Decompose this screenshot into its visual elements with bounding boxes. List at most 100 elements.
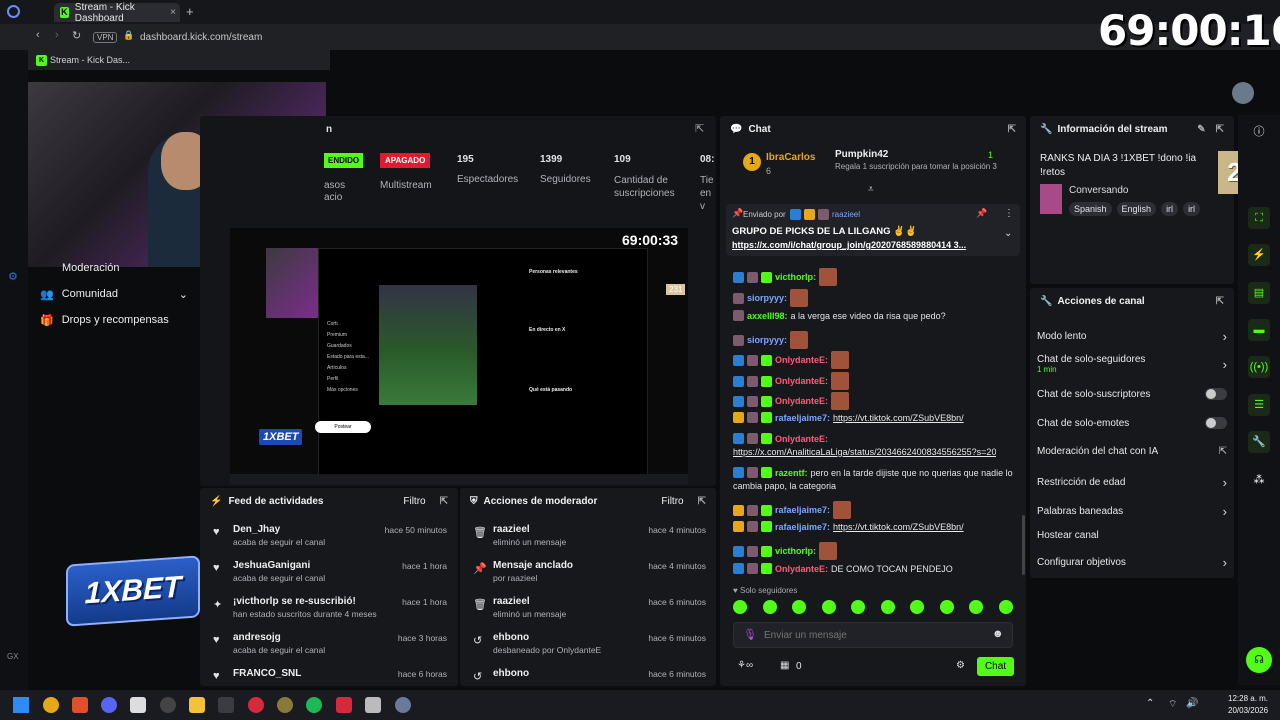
emote-icon[interactable] (939, 600, 954, 614)
forward-icon[interactable]: › (55, 29, 59, 41)
emote-icon[interactable] (998, 600, 1013, 614)
sidebar-item-moderacion[interactable]: Moderación (62, 262, 119, 274)
chat-bubble-icon[interactable]: ▬ (1248, 319, 1270, 341)
multistream-badge[interactable]: APAGADO (380, 153, 431, 168)
leaderboard-user[interactable]: Pumpkin42 (835, 149, 888, 160)
chat-username[interactable]: OnlydanteE: (775, 355, 828, 365)
url-field[interactable]: dashboard.kick.com/stream (140, 32, 262, 43)
browser-tab[interactable]: K Stream - Kick Dashboard × (54, 2, 180, 24)
tag-chip[interactable]: Spanish (1069, 202, 1112, 216)
vpn-badge[interactable]: VPN (93, 32, 118, 43)
filter-button[interactable]: Filtro (661, 496, 683, 507)
toggle-switch[interactable] (1205, 388, 1227, 400)
taskbar-app-icon[interactable] (130, 697, 146, 713)
filter-button[interactable]: Filtro (403, 496, 425, 507)
extension-icon[interactable]: ⚙ (8, 270, 18, 283)
broadcast-icon[interactable]: ((•)) (1248, 356, 1270, 378)
channel-action-item[interactable]: Configurar objetivos › (1037, 555, 1227, 570)
channel-action-item[interactable]: Moderación del chat con IA ⇱ (1037, 446, 1227, 457)
reload-icon[interactable]: ↻ (72, 29, 81, 42)
chevron-right-icon[interactable]: › (1223, 329, 1227, 344)
chevron-right-icon[interactable]: › (1223, 504, 1227, 519)
tag-chip[interactable]: irl (1161, 202, 1179, 216)
points-icon[interactable]: ⚘∞ (737, 660, 753, 671)
chevron-right-icon[interactable]: › (1223, 475, 1227, 490)
popout-icon[interactable]: ⇱ (695, 122, 704, 135)
chat-username[interactable]: siorpyyy: (747, 335, 787, 345)
back-icon[interactable]: ‹ (36, 29, 40, 41)
windows-start-icon[interactable] (13, 697, 29, 713)
pinned-link[interactable]: https://x.com/i/chat/group_join/g2020768… (732, 240, 994, 250)
chat-username[interactable]: razentf: (775, 468, 808, 478)
toggle-switch[interactable] (1205, 417, 1227, 429)
taskbar-app-icon[interactable] (101, 697, 117, 713)
sidebar-item-comunidad[interactable]: 👥 Comunidad ⌄ (40, 288, 188, 301)
chat-username[interactable]: OnlydanteE: (775, 434, 828, 444)
camera-icon[interactable]: ⛶ (1248, 207, 1270, 229)
sound-icon[interactable]: 🔊 (1186, 698, 1198, 709)
taskbar-app-icon[interactable] (43, 697, 59, 713)
emote-icon[interactable] (851, 600, 866, 614)
chat-username[interactable]: OnlydanteE: (775, 564, 828, 574)
edit-icon[interactable]: ✎ (1197, 124, 1205, 135)
taskbar-app-icon[interactable] (218, 697, 234, 713)
support-icon[interactable]: ☊ (1246, 647, 1272, 673)
channel-action-item[interactable]: Chat de solo-seguidores 1 min › (1037, 354, 1227, 374)
emote-icon[interactable] (969, 600, 984, 614)
category-name[interactable]: Conversando (1069, 185, 1128, 196)
stream-preview[interactable]: 69:00:33 231 Corti Premium Guardados Estado… (230, 228, 688, 484)
popout-icon[interactable]: ⇱ (698, 496, 706, 507)
channel-action-item[interactable]: Restricción de edad › (1037, 475, 1227, 490)
taskbar-app-icon[interactable] (160, 697, 176, 713)
emote-icon[interactable] (910, 600, 925, 614)
chat-username[interactable]: OnlydanteE: (775, 396, 828, 406)
pinned-by-user[interactable]: raazieel (832, 210, 860, 219)
collapse-icon[interactable]: ⩡ (868, 184, 874, 195)
channel-action-item[interactable]: Palabras baneadas › (1037, 504, 1227, 519)
chevron-down-icon[interactable]: ⌄ (1004, 228, 1012, 239)
external-link-icon[interactable]: ⇱ (1219, 446, 1227, 457)
chat-username[interactable]: OnlydanteE: (775, 376, 828, 386)
chevron-right-icon[interactable]: › (1223, 555, 1227, 570)
taskbar-app-icon[interactable] (277, 697, 293, 713)
chat-link[interactable]: https://x.com/AnaliticaLaLiga/status/203… (733, 447, 996, 457)
chat-username[interactable]: rafaeljaime7: (775, 505, 830, 515)
pinned-message[interactable]: 📌 Enviado por raazieel 📌 ⋮ GRUPO DE PICK… (726, 204, 1020, 256)
chat-username[interactable]: victhorlp: (775, 272, 816, 282)
channel-action-item[interactable]: Chat de solo-suscriptores (1037, 388, 1227, 400)
emoji-icon[interactable]: ☻ (992, 628, 1004, 640)
new-tab-button[interactable]: + (186, 4, 194, 19)
info-icon[interactable]: ⓘ (1248, 121, 1270, 143)
more-icon[interactable]: ⋮ (1004, 208, 1014, 219)
taskbar-app-icon[interactable] (189, 697, 205, 713)
share-icon[interactable]: ⁂ (1248, 469, 1270, 491)
emote-icon[interactable] (792, 600, 807, 614)
chat-input-box[interactable]: 🎙 ☻ (733, 622, 1013, 648)
taskbar-app-icon[interactable] (395, 697, 411, 713)
chat-input[interactable] (764, 627, 984, 643)
chat-username[interactable]: axxelll98: (747, 311, 788, 321)
avatar[interactable] (1232, 82, 1254, 104)
tag-chip[interactable]: English (1116, 202, 1157, 216)
chat-link[interactable]: https://vt.tiktok.com/ZSubVE8bn/ (833, 413, 964, 423)
opera-logo-icon[interactable] (7, 5, 20, 18)
chevron-right-icon[interactable]: › (1223, 357, 1227, 372)
emote-icon[interactable] (880, 600, 895, 614)
popout-icon[interactable]: ⇱ (440, 496, 448, 507)
lightning-icon[interactable]: ⚡ (1248, 244, 1270, 266)
tray-chevron-icon[interactable]: ⌃ (1146, 698, 1154, 709)
chat-username[interactable]: rafaeljaime7: (775, 413, 830, 423)
taskbar-app-icon[interactable] (306, 697, 322, 713)
layout-icon[interactable]: ☰ (1248, 394, 1270, 416)
emote-icon[interactable] (821, 600, 836, 614)
popout-icon[interactable]: ⇱ (1008, 124, 1016, 135)
chat-username[interactable]: rafaeljaime7: (775, 522, 830, 532)
chat-scrollbar[interactable] (1022, 515, 1025, 575)
channel-action-item[interactable]: Hostear canal (1037, 530, 1227, 541)
popout-icon[interactable]: ⇱ (1216, 124, 1224, 135)
tag-chip[interactable]: irl (1183, 202, 1201, 216)
taskbar-app-icon[interactable] (336, 697, 352, 713)
taskbar-app-icon[interactable] (248, 697, 264, 713)
emote-icon[interactable] (733, 600, 747, 614)
channel-action-item[interactable]: Modo lento › (1037, 329, 1227, 344)
